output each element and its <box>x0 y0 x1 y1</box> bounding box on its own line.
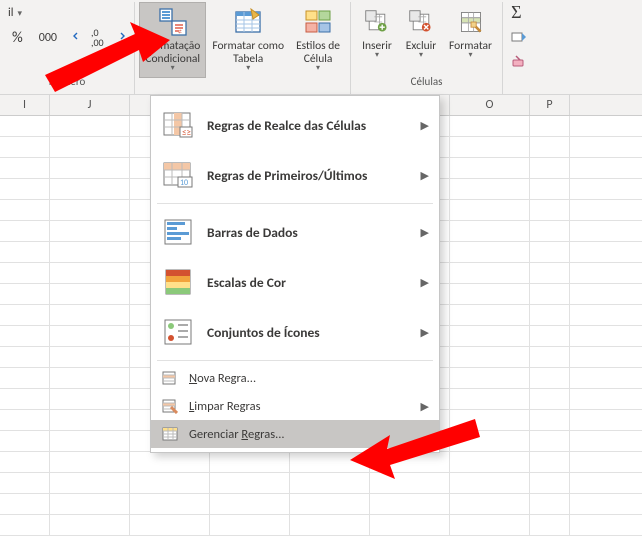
menu-label: Gerenciar Regras... <box>189 427 429 442</box>
new-rule-icon <box>161 369 179 387</box>
menu-data-bars[interactable]: Barras de Dados ▶ <box>151 207 439 257</box>
menu-new-rule[interactable]: Nova Regra... <box>151 364 439 392</box>
submenu-arrow-icon: ▶ <box>421 400 429 413</box>
column-header[interactable]: P <box>530 95 570 115</box>
clear-rules-icon <box>161 397 179 415</box>
submenu-arrow-icon: ▶ <box>421 169 429 182</box>
submenu-arrow-icon: ▶ <box>421 119 429 132</box>
menu-highlight-cells[interactable]: ≤≥ Regras de Realce das Células ▶ <box>151 100 439 150</box>
menu-clear-rules[interactable]: Limpar Regras ▶ <box>151 392 439 420</box>
menu-color-scales[interactable]: Escalas de Cor ▶ <box>151 257 439 307</box>
percent-button[interactable]: % <box>8 26 27 50</box>
menu-icon-sets[interactable]: Conjuntos de Ícones ▶ <box>151 307 439 357</box>
chevron-down-icon: ▾ <box>246 64 250 73</box>
column-header[interactable]: I <box>0 95 50 115</box>
column-header[interactable]: J <box>50 95 130 115</box>
chevron-down-icon: ▾ <box>469 51 473 60</box>
cell-styles-icon <box>302 6 334 38</box>
menu-label: Limpar Regras <box>189 399 421 414</box>
insert-cells-button[interactable]: Inserir ▾ <box>355 2 399 64</box>
insert-icon <box>361 6 393 38</box>
chevron-down-icon: ▾ <box>375 51 379 60</box>
format-as-table-button[interactable]: Formatar como Tabela ▾ <box>206 2 290 78</box>
number-format-dropdown[interactable]: il <box>8 6 14 20</box>
ribbon-group-label-styles <box>241 78 244 95</box>
column-header[interactable]: O <box>450 95 530 115</box>
icon-sets-icon <box>161 315 195 349</box>
cell-styles-button[interactable]: Estilos de Célula ▾ <box>290 2 346 78</box>
top-bottom-icon: 10 <box>161 158 195 192</box>
conditional-formatting-menu: ≤≥ Regras de Realce das Células ▶ 10 Reg… <box>150 95 440 453</box>
fill-icon[interactable] <box>511 29 527 48</box>
svg-text:≠: ≠ <box>178 27 182 37</box>
menu-manage-rules[interactable]: Gerenciar Regras... <box>151 420 439 448</box>
submenu-arrow-icon: ▶ <box>421 326 429 339</box>
menu-label: Regras de Realce das Células <box>207 117 421 134</box>
menu-label: Conjuntos de Ícones <box>207 324 421 341</box>
ribbon-group-cells: Inserir ▾ Excluir ▾ <box>351 2 503 94</box>
submenu-arrow-icon: ▶ <box>421 276 429 289</box>
svg-text:≤≥: ≤≥ <box>182 127 191 138</box>
submenu-arrow-icon: ▶ <box>421 226 429 239</box>
chevron-down-icon: ▾ <box>316 64 320 73</box>
menu-label: Escalas de Cor <box>207 274 421 291</box>
menu-separator <box>157 203 433 204</box>
menu-label: Regras de Primeiros/Últimos <box>207 167 421 184</box>
menu-label: Barras de Dados <box>207 224 421 241</box>
format-cells-button[interactable]: Formatar ▾ <box>443 2 498 64</box>
svg-text:10: 10 <box>180 178 188 188</box>
autosum-button[interactable]: Σ <box>511 2 521 23</box>
delete-cells-button[interactable]: Excluir ▾ <box>399 2 443 64</box>
ribbon-group-label-cells: Células <box>411 75 443 92</box>
cond-format-icon: ≠ <box>157 6 189 38</box>
ribbon-group-number: il ▾ % 000 ,0,00 ,00,0 Número <box>0 2 135 94</box>
thousand-sep-button[interactable]: 000 <box>35 28 61 48</box>
menu-top-bottom-rules[interactable]: 10 Regras de Primeiros/Últimos ▶ <box>151 150 439 200</box>
chevron-down-icon: ▾ <box>419 51 423 60</box>
format-icon <box>455 6 487 38</box>
increase-decimal-button[interactable]: ,0,00 <box>69 25 108 51</box>
conditional-formatting-button[interactable]: ≠ Formatação Condicional ▾ <box>139 2 206 78</box>
ribbon-group-styles: ≠ Formatação Condicional ▾ Formatar como… <box>135 2 351 94</box>
ribbon-group-label-number: Número <box>49 75 86 92</box>
table-icon <box>232 6 264 38</box>
chevron-down-icon[interactable]: ▾ <box>18 8 23 19</box>
manage-rules-icon <box>161 425 179 443</box>
data-bars-icon <box>161 215 195 249</box>
menu-separator <box>157 360 433 361</box>
highlight-cells-icon: ≤≥ <box>161 108 195 142</box>
menu-label: Nova Regra... <box>189 371 429 386</box>
chevron-down-icon: ▾ <box>171 64 175 73</box>
ribbon-group-editing: Σ <box>503 2 531 94</box>
delete-icon <box>405 6 437 38</box>
color-scales-icon <box>161 265 195 299</box>
clear-icon[interactable] <box>511 54 527 73</box>
